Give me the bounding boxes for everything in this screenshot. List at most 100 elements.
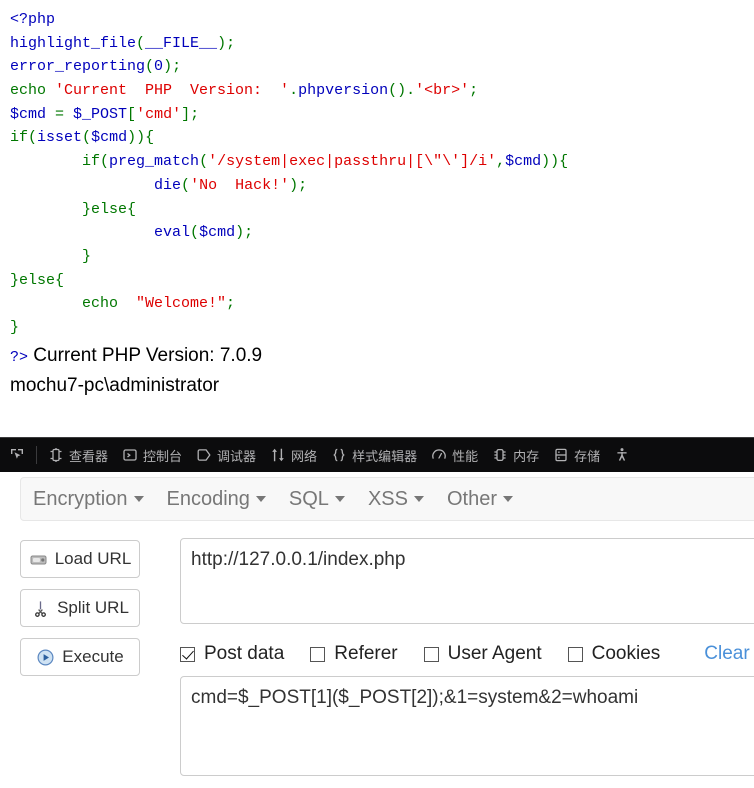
php-token: isset: [37, 129, 83, 147]
menu-sql[interactable]: SQL: [289, 488, 360, 511]
php-token: ;: [469, 82, 479, 100]
php-token: (: [100, 153, 110, 171]
php-token: if: [10, 129, 29, 147]
php-token: .: [289, 82, 299, 100]
php-token: error_reporting: [10, 58, 146, 76]
toolbar-separator: [36, 446, 37, 464]
post-data-checkbox[interactable]: [180, 646, 195, 662]
php-token: eval: [154, 224, 191, 242]
tab-debugger[interactable]: 调试器: [189, 438, 263, 472]
option-post-data[interactable]: Post data: [180, 643, 284, 665]
php-token: (: [28, 129, 38, 147]
php-token: $cmd: [10, 105, 47, 123]
url-input[interactable]: [180, 538, 754, 624]
page-output: ?> Current PHP Version: 7.0.9 mochu7-pc\…: [0, 340, 754, 400]
tab-performance[interactable]: 性能: [424, 438, 485, 472]
menu-xss[interactable]: XSS: [368, 488, 439, 511]
option-referer[interactable]: Referer: [310, 643, 398, 665]
tab-storage-label: 存储: [574, 449, 601, 465]
split-url-icon: [31, 599, 50, 618]
php-token: (: [199, 153, 209, 171]
option-post-data-label: Post data: [204, 643, 285, 664]
tab-network[interactable]: 网络: [263, 438, 324, 472]
tab-inspector-label: 查看器: [69, 449, 109, 465]
tab-storage[interactable]: 存储: [546, 438, 607, 472]
style-editor-icon: [331, 447, 347, 463]
tab-performance-label: 性能: [452, 449, 479, 465]
php-token: 'cmd': [136, 105, 182, 123]
tab-accessibility[interactable]: [607, 438, 637, 472]
menu-encryption-label: Encryption: [33, 487, 128, 510]
php-token: (: [190, 224, 200, 242]
php-source-line: }: [10, 316, 754, 340]
menu-other-label: Other: [446, 487, 497, 510]
option-cookies[interactable]: Cookies: [567, 643, 661, 665]
menu-sql-label: SQL: [288, 487, 329, 510]
php-token: );: [289, 176, 308, 194]
php-version-output-line: ?> Current PHP Version: 7.0.9: [10, 342, 754, 372]
php-source-line: }else{: [10, 198, 754, 222]
split-url-button[interactable]: Split URL: [20, 589, 140, 627]
user-agent-checkbox[interactable]: [423, 646, 439, 662]
execute-icon: [36, 648, 55, 667]
php-source-line: if(isset($cmd)){: [10, 126, 754, 150]
php-token: }else{: [10, 271, 65, 289]
php-token: [: [127, 105, 137, 123]
php-source-line: error_reporting(0);: [10, 55, 754, 79]
php-token: 'Current PHP Version: ': [55, 82, 290, 100]
php-token: $cmd: [199, 224, 236, 242]
php-token: (: [82, 129, 92, 147]
tab-memory[interactable]: 内存: [485, 438, 546, 472]
php-token: (: [136, 34, 146, 52]
inspector-icon: [48, 447, 64, 463]
php-token: }else{: [10, 200, 137, 218]
network-icon: [270, 447, 286, 463]
php-token: preg_match: [109, 153, 200, 171]
php-token: $cmd: [91, 129, 128, 147]
php-token: 'No Hack!': [190, 176, 290, 194]
php-token: [10, 224, 154, 241]
tab-style-editor[interactable]: 样式编辑器: [324, 438, 424, 472]
option-user-agent[interactable]: User Agent: [423, 643, 542, 665]
menu-xss-label: XSS: [367, 487, 408, 510]
storage-icon: [553, 447, 569, 463]
tab-inspector[interactable]: 查看器: [41, 438, 115, 472]
php-token: );: [235, 224, 254, 242]
option-cookies-label: Cookies: [591, 643, 661, 664]
post-data-input[interactable]: [180, 676, 754, 776]
chevron-down-icon: [334, 496, 345, 502]
php-token: 0: [154, 58, 164, 76]
clear-link[interactable]: Clear: [704, 643, 749, 665]
load-url-button[interactable]: Load URL: [20, 540, 140, 578]
menu-encoding-label: Encoding: [166, 487, 250, 510]
php-source-line: eval($cmd);: [10, 221, 754, 245]
referer-checkbox[interactable]: [310, 646, 326, 662]
php-token: __FILE__: [145, 34, 218, 52]
split-url-label: Split URL: [57, 598, 129, 617]
hackbar-panel: Encryption Encoding SQL XSS Other Load U…: [0, 472, 754, 788]
element-picker-button[interactable]: [2, 438, 32, 472]
php-source-line: <?php: [10, 8, 754, 32]
php-source-line: echo 'Current PHP Version: '.phpversion(…: [10, 79, 754, 103]
php-token: if: [82, 153, 101, 171]
php-token: [10, 177, 154, 194]
menu-encoding[interactable]: Encoding: [167, 488, 281, 511]
tab-console[interactable]: 控制台: [115, 438, 189, 472]
load-url-icon: [29, 550, 48, 569]
php-token: ().: [388, 82, 416, 100]
php-token: }: [10, 247, 92, 265]
php-source-line: if(preg_match('/system|exec|passthru|[\"…: [10, 150, 754, 174]
execute-button[interactable]: Execute: [20, 638, 140, 676]
php-token: )){: [541, 153, 569, 171]
tab-memory-label: 内存: [513, 449, 540, 465]
php-token: echo: [10, 82, 56, 100]
cookies-checkbox[interactable]: [567, 646, 583, 662]
php-source-line: $cmd = $_POST['cmd'];: [10, 103, 754, 127]
php-token: (: [181, 176, 191, 194]
whoami-output-line: mochu7-pc\administrator: [10, 374, 220, 396]
php-close-tag: ?>: [10, 348, 29, 366]
load-url-label: Load URL: [54, 549, 132, 568]
menu-encryption[interactable]: Encryption: [33, 488, 159, 511]
menu-other[interactable]: Other: [447, 488, 528, 511]
chevron-down-icon: [255, 496, 266, 502]
